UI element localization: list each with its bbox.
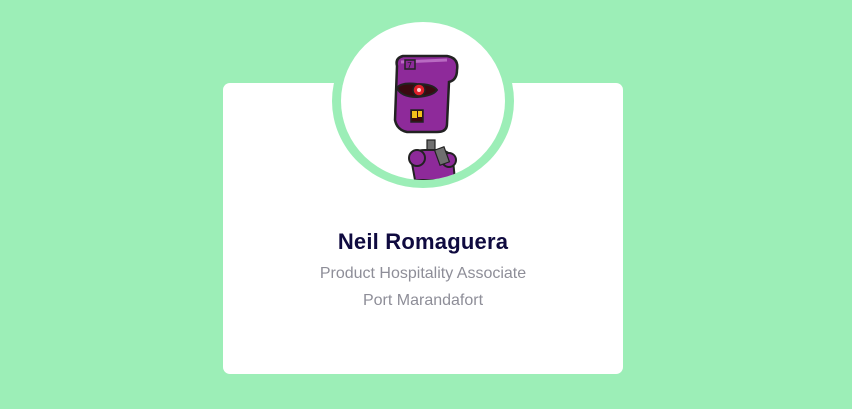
avatar: 7 — [341, 22, 505, 180]
profile-name: Neil Romaguera — [337, 229, 509, 254]
profile-job-title: Product Hospitality Associate — [319, 265, 527, 282]
profile-page: 7 Neil Romaguera Product Hospitality Ass… — [0, 0, 852, 409]
svg-text:7: 7 — [407, 61, 412, 70]
robot-avatar-icon: 7 — [393, 54, 459, 180]
profile-location: Port Marandafort — [362, 292, 484, 309]
